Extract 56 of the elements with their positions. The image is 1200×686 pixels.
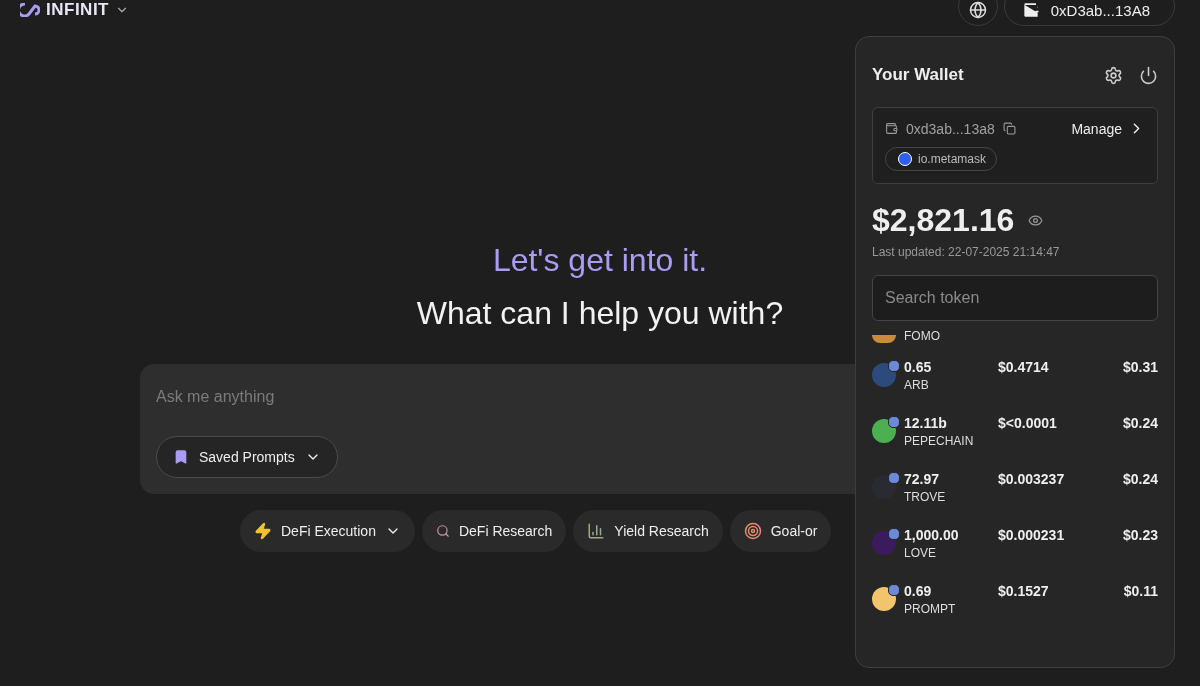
copy-icon[interactable] (1002, 122, 1016, 135)
last-updated-text: Last updated: 22-07-2025 21:14:47 (872, 245, 1061, 259)
token-row[interactable]: FOMO (872, 321, 1158, 343)
wallet-icon (885, 122, 898, 135)
token-symbol: PEPECHAIN (904, 434, 975, 448)
saved-prompts-button[interactable]: Saved Prompts (156, 436, 338, 478)
token-value: $0.24 (1121, 471, 1158, 487)
bar-chart-icon (587, 522, 606, 540)
brand-name: INFINIT (46, 0, 109, 20)
lightning-icon (254, 522, 272, 540)
prompt-chip[interactable]: DeFi Research (421, 510, 567, 552)
token-row[interactable]: 0.69 PROMPT $0.1527 $0.11 (872, 583, 1158, 639)
eye-icon[interactable] (1028, 213, 1044, 228)
token-value: $0.24 (1121, 415, 1158, 431)
token-value: $0.11 (1122, 583, 1158, 599)
token-amount: 72.97 (904, 471, 941, 487)
token-amount: 0.69 (904, 583, 933, 599)
balance-amount: $2,821.16 (872, 202, 1015, 239)
prompt-chip[interactable]: Yield Research (573, 510, 723, 552)
logo-icon (20, 3, 40, 17)
token-price: $0.000231 (998, 527, 1066, 543)
account-address: 0xd3ab...13a8 (906, 120, 995, 137)
token-row[interactable]: 0.65 ARB $0.4714 $0.31 (872, 359, 1158, 415)
token-price: $0.1527 (998, 583, 1050, 599)
token-amount: 0.65 (904, 359, 933, 375)
token-value: $0.23 (1121, 527, 1158, 543)
token-symbol: LOVE (904, 546, 937, 560)
token-amount: 12.11b (904, 415, 948, 431)
settings-icon (1104, 65, 1123, 85)
wallet-button[interactable]: 0xD3ab...13A8 (1003, 0, 1175, 26)
token-row[interactable]: 1,000.00 LOVE $0.000231 $0.23 (872, 527, 1158, 583)
search-token-field[interactable]: Search token (872, 275, 1158, 321)
token-row[interactable]: 12.11b PEPECHAIN $<0.0001 $0.24 (872, 415, 1158, 471)
power-button[interactable] (1139, 65, 1158, 85)
power-icon (1139, 65, 1158, 85)
prompt-chip[interactable]: DeFi Execution (240, 510, 415, 552)
target-icon (743, 522, 762, 540)
token-symbol: ARB (904, 378, 930, 392)
panel-title: Your Wallet (872, 65, 964, 85)
question-heading: What can I help you with? (416, 295, 784, 332)
token-symbol: FOMO (904, 329, 940, 343)
globe-icon (968, 0, 987, 19)
token-price: $0.003237 (998, 471, 1066, 487)
token-symbol: TROVE (904, 490, 947, 504)
search-icon (435, 524, 450, 538)
token-price: $<0.0001 (998, 415, 1058, 431)
token-price: $0.4714 (998, 359, 1050, 375)
prompt-chip[interactable]: Goal-or (729, 510, 832, 552)
token-row[interactable]: 72.97 TROVE $0.003237 $0.24 (872, 471, 1158, 527)
greeting-heading: Let's get into it. (492, 242, 708, 279)
manage-link[interactable]: Manage (1071, 120, 1145, 137)
token-value: $0.31 (1121, 359, 1158, 375)
token-symbol: PROMPT (904, 602, 957, 616)
bookmark-icon (173, 449, 189, 465)
token-amount: 1,000.00 (904, 527, 960, 543)
settings-button[interactable] (1104, 65, 1123, 85)
